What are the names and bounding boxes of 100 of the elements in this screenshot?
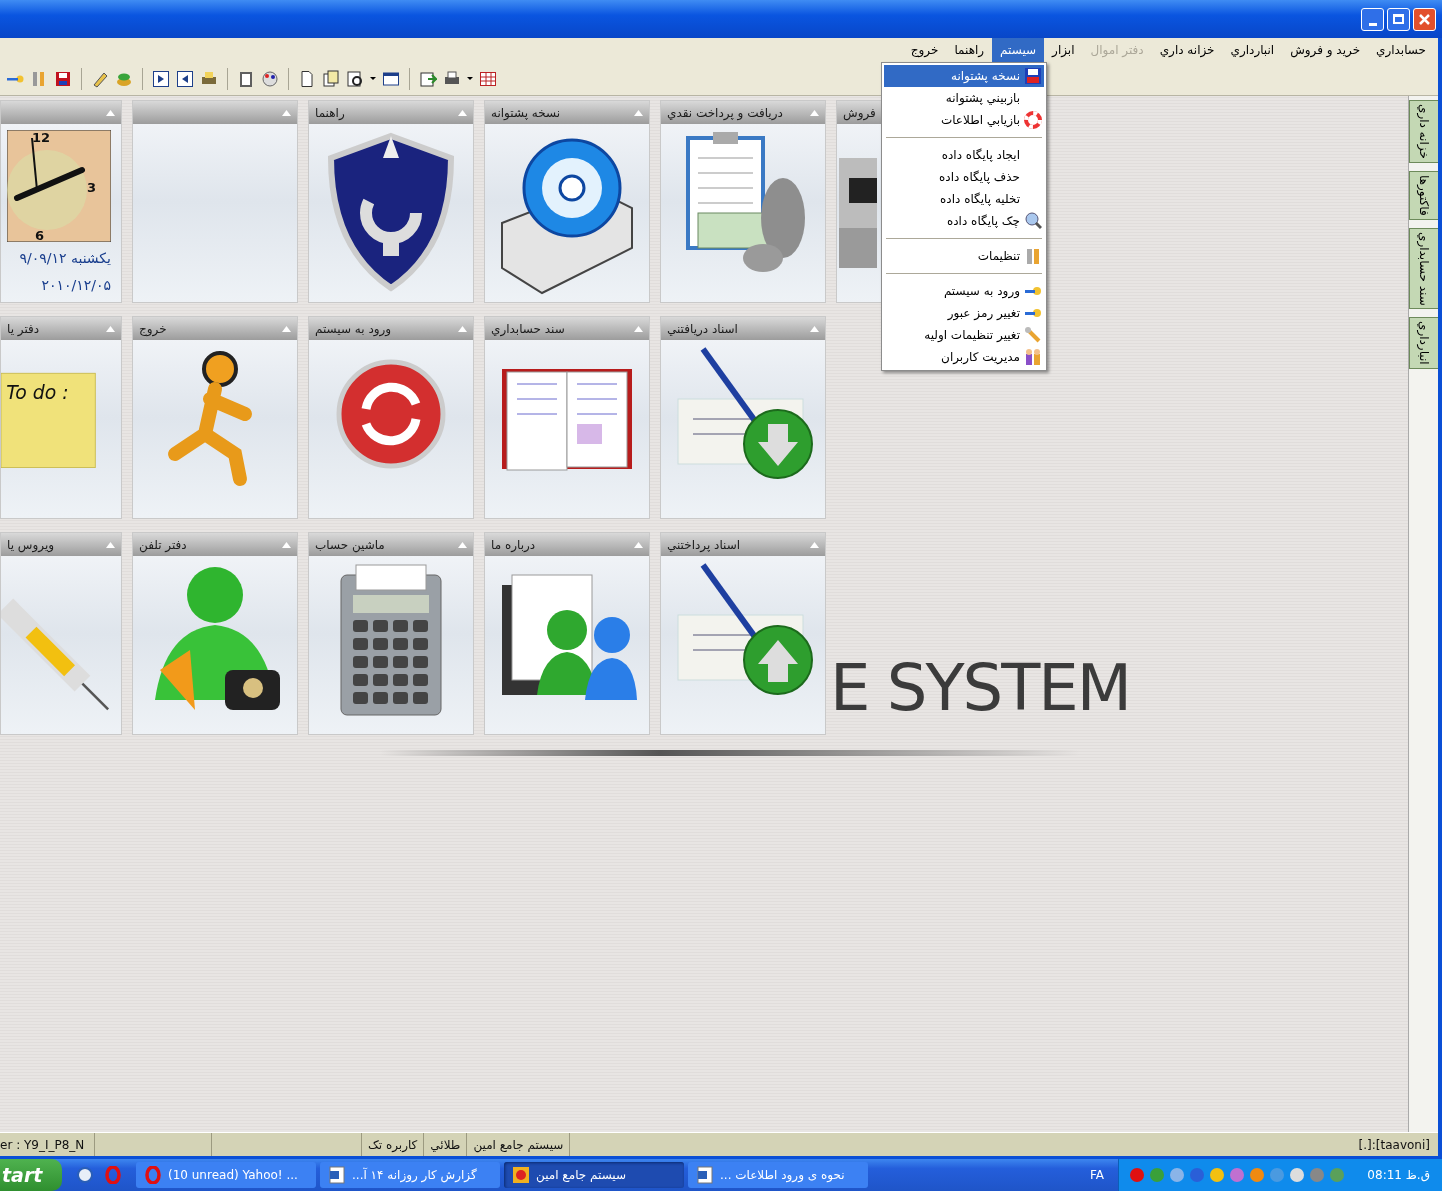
dropdown-menu-item[interactable]: مديريت كاربران (884, 346, 1044, 368)
tile-panel[interactable]: درباره ما (484, 532, 650, 735)
users-icon (1024, 348, 1042, 366)
tile-title: اسناد دريافتني (667, 320, 738, 338)
wrench-icon (1024, 326, 1042, 344)
tile-panel[interactable]: خروج (132, 316, 298, 519)
minimize-button[interactable] (1361, 7, 1384, 31)
taskbar-button[interactable]: نحوه ی ورود اطلاعات ... (688, 1162, 868, 1188)
word-document-icon (328, 1166, 346, 1184)
tile-title: ورود به سيستم (315, 320, 392, 338)
side-tab[interactable]: انبارداري (1408, 317, 1438, 369)
menu-item[interactable]: حسابداري (1368, 38, 1434, 62)
tile-title: ماشين حساب (315, 536, 385, 554)
tray-icon (1269, 1167, 1285, 1183)
tile-title: اسناد پرداختني (667, 536, 741, 554)
tile-panel[interactable]: دريافت و پرداخت نقدي (660, 100, 826, 303)
dropdown-menu-item[interactable]: تغيير رمز عبور (884, 302, 1044, 324)
table-icon[interactable] (479, 69, 497, 88)
sticky-note-drawing: To do : (1, 344, 121, 514)
tile-panel[interactable] (132, 100, 298, 303)
word-document-icon (696, 1166, 714, 1184)
language-indicator[interactable]: FA (1076, 1166, 1118, 1184)
tile-panel[interactable]: دفتر تلفن (132, 532, 298, 735)
tray-icon (1229, 1167, 1245, 1183)
side-tab[interactable]: فاكتورها (1408, 170, 1438, 220)
tile-title: دفتر يا (7, 320, 40, 338)
taskbar-button[interactable]: (10 unread) Yahoo! ... (136, 1162, 316, 1188)
window-icon[interactable] (382, 69, 400, 88)
weekday-date: يكشنبه ۹/۰۹/۱۲ (19, 249, 111, 268)
tray-icon (1169, 1167, 1185, 1183)
side-tab[interactable]: خزانه داري (1408, 100, 1438, 163)
menu-item[interactable]: ابزار (1044, 38, 1083, 62)
documents-icon[interactable] (322, 69, 340, 88)
dropdown-menu-item[interactable]: بازيابي اطلاعات (884, 109, 1044, 131)
dropdown-menu-item[interactable]: تخليه پايگاه داده (884, 188, 1044, 210)
close-icon (1419, 13, 1430, 25)
clock-text: ق.ظ 08:11 (1367, 1167, 1431, 1184)
side-tab[interactable]: سند حسابداري (1408, 227, 1438, 310)
background-logo-text: E SYSTEM (830, 656, 1130, 720)
tray-icon (1129, 1167, 1145, 1183)
clipboard-icon[interactable] (237, 69, 255, 88)
tray-icon (1309, 1167, 1325, 1183)
menu-item[interactable]: انبارداري (1222, 38, 1283, 62)
tray-icon (1289, 1167, 1305, 1183)
tile-title: ويروس يا (7, 536, 54, 554)
tile-panel[interactable]: راهنما (308, 100, 474, 303)
tray-icon (1249, 1167, 1265, 1183)
tile-panel[interactable]: ويروس يا (0, 532, 122, 735)
tile-panel[interactable]: سند حسابداري (484, 316, 650, 519)
maximize-button[interactable] (1387, 7, 1410, 31)
next-icon[interactable] (152, 69, 170, 88)
dropdown-menu-item[interactable]: تنظيمات (884, 245, 1044, 267)
dropdown-menu-item[interactable]: ورود به سيستم (884, 280, 1044, 302)
tile-panel[interactable]: اسناد پرداختني (660, 532, 826, 735)
status-text: طلائي (424, 1133, 468, 1156)
palette-icon[interactable] (261, 69, 279, 88)
dropdown-menu-item[interactable]: بازبيني پشتوانه (884, 87, 1044, 109)
taskbar-button[interactable]: گزارش كار روزانه ۱۴ آ... (320, 1162, 500, 1188)
gregorian-date: ۲۰۱۰/۱۲/۰۵ (41, 276, 111, 295)
clock-drawing: 12 3 6 (7, 130, 111, 242)
dropdown-menu-item[interactable]: حذف پايگاه داده (884, 166, 1044, 188)
menu-item[interactable]: خريد و فروش (1282, 38, 1369, 62)
tile-title: دفتر تلفن (139, 536, 187, 554)
tile-panel[interactable]: ورود به سيستم (308, 316, 474, 519)
app-logo-icon (512, 1166, 530, 1184)
export-icon[interactable] (419, 69, 437, 88)
dropdown-menu-item[interactable]: نسخه پشتوانه (884, 65, 1044, 87)
dropdown-menu-item[interactable]: چک پايگاه داده (884, 210, 1044, 232)
menu-item[interactable]: خزانه داري (1151, 38, 1223, 62)
print-preview-icon[interactable] (346, 69, 364, 88)
magnifier-icon (1024, 212, 1042, 230)
tile-title: فروش (843, 104, 876, 122)
lifebuoy-icon (1024, 111, 1042, 129)
dropdown-menu-item[interactable]: ايجاد پايگاه داده (884, 144, 1044, 166)
tile-title: نسخه پشتوانه (491, 104, 560, 122)
menu-item[interactable]: راهنما (946, 38, 993, 62)
dropdown-menu-item[interactable]: تغيير تنظيمات اوليه (884, 324, 1044, 346)
tray-icon (1329, 1167, 1345, 1183)
tile-panel[interactable]: نسخه پشتوانه (484, 100, 650, 303)
tray-icon (1189, 1167, 1205, 1183)
tile-title: دريافت و پرداخت نقدي (667, 104, 783, 122)
tile-title: خروج (139, 320, 167, 338)
status-text: كاربره تک (362, 1133, 425, 1156)
tile-title: سند حسابداري (491, 320, 565, 338)
previous-icon[interactable] (176, 69, 194, 88)
dropdown-caret-icon (370, 77, 376, 80)
taskbar-button[interactable]: سيستم جامع امين (504, 1162, 684, 1188)
database-label: [.]:[taavoni] (1357, 1136, 1431, 1154)
menu-item[interactable]: سيستم (992, 38, 1045, 62)
tile-title: درباره ما (491, 536, 536, 554)
tile-panel[interactable]: اسناد دريافتني (660, 316, 826, 519)
document-icon[interactable] (298, 69, 316, 88)
close-button[interactable] (1413, 7, 1436, 31)
tile-title: راهنما (315, 104, 345, 122)
status-text: سيستم جامع امين (467, 1133, 571, 1156)
version-label: er : Y9_I_P8_N (0, 1133, 95, 1156)
menu-item[interactable]: خروج (902, 38, 947, 62)
tile-panel[interactable]: ماشين حساب (308, 532, 474, 735)
tray-icon (1149, 1167, 1165, 1183)
dropdown-caret-icon (467, 77, 473, 80)
